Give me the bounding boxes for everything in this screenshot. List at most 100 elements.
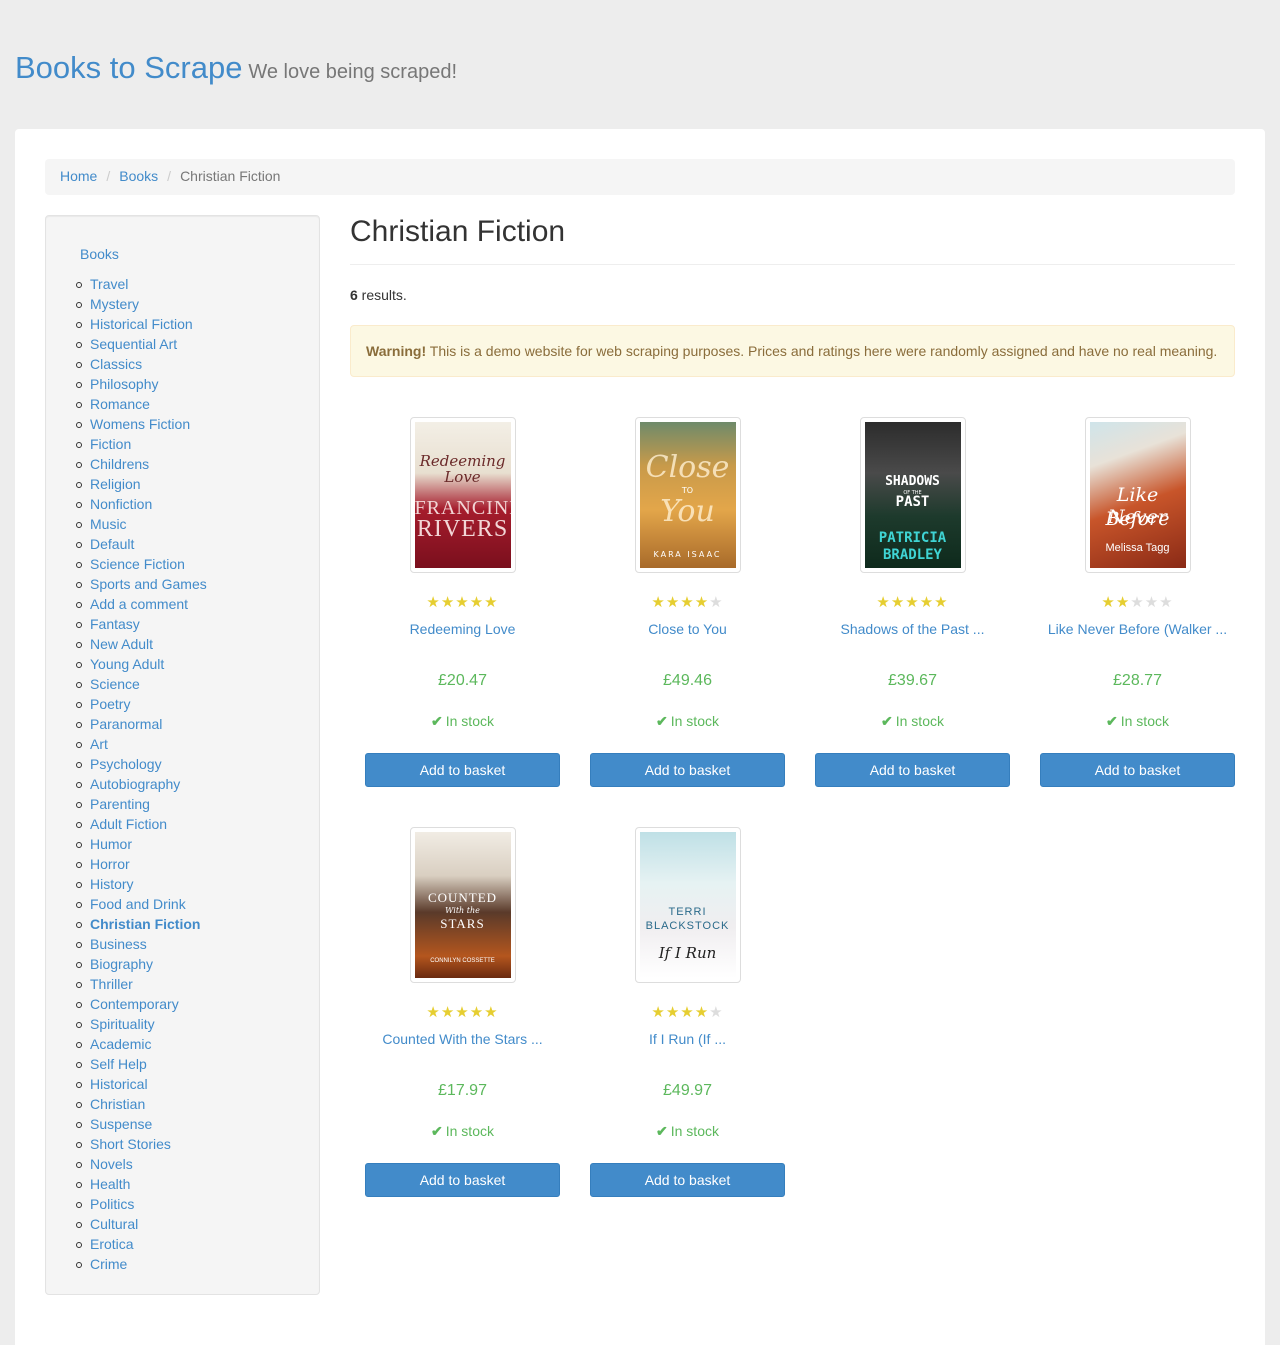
star-icon: ★	[709, 1004, 724, 1021]
category-link[interactable]: New Adult	[90, 636, 153, 652]
category-link[interactable]: Short Stories	[90, 1136, 171, 1152]
category-link[interactable]: Sequential Art	[90, 336, 177, 352]
category-link[interactable]: Academic	[90, 1036, 151, 1052]
book-title-link[interactable]: If I Run (If ...	[590, 1031, 785, 1047]
category-link[interactable]: Christian	[90, 1096, 145, 1112]
category-link[interactable]: Childrens	[90, 456, 149, 472]
category-item: Science Fiction	[76, 554, 207, 574]
add-to-basket-button[interactable]: Add to basket	[365, 753, 560, 787]
category-link[interactable]: Humor	[90, 836, 132, 852]
category-sidebar: Books Travel Mystery Historical Fiction Seq…	[45, 215, 320, 1295]
stock-status: ✔ In stock	[1040, 713, 1235, 730]
book-cover-image: Close TO You KARA ISAAC	[639, 422, 736, 568]
brand-link[interactable]: Books to Scrape	[15, 50, 242, 85]
cover-text: CONNILYN COSSETTE	[430, 958, 495, 964]
category-link[interactable]: Classics	[90, 356, 142, 372]
category-link[interactable]: Novels	[90, 1156, 133, 1172]
book-cover-link[interactable]: SHADOWS OF THE PAST PATRICIA BRADLEY	[859, 417, 966, 573]
breadcrumb-home[interactable]: Home	[60, 168, 97, 184]
category-item: Humor	[76, 834, 207, 854]
category-item: Erotica	[76, 1234, 207, 1254]
category-link[interactable]: Politics	[90, 1196, 134, 1212]
category-item: Young Adult	[76, 654, 207, 674]
category-link[interactable]: History	[90, 876, 134, 892]
book-title-link[interactable]: Like Never Before (Walker ...	[1040, 621, 1235, 637]
category-link[interactable]: Fantasy	[90, 616, 140, 632]
book-title-link[interactable]: Shadows of the Past ...	[815, 621, 1010, 637]
check-icon: ✔	[1106, 713, 1118, 729]
category-link[interactable]: Science	[90, 676, 140, 692]
star-icon: ★	[1101, 594, 1116, 611]
category-item: Academic	[76, 1034, 207, 1054]
category-item: Travel	[76, 274, 207, 294]
category-item: Fantasy	[76, 614, 207, 634]
category-link[interactable]: Historical Fiction	[90, 316, 193, 332]
book-cover-link[interactable]: Redeeming Love FRANCINE RIVERS	[409, 417, 516, 573]
stock-label: In stock	[445, 713, 494, 729]
category-link[interactable]: Womens Fiction	[90, 416, 190, 432]
category-link[interactable]: Historical	[90, 1076, 148, 1092]
category-link[interactable]: Self Help	[90, 1056, 147, 1072]
category-link[interactable]: Horror	[90, 856, 130, 872]
category-link[interactable]: Thriller	[90, 976, 133, 992]
category-link[interactable]: Science Fiction	[90, 556, 185, 572]
category-item: Sports and Games	[76, 574, 207, 594]
category-link[interactable]: Add a comment	[90, 596, 188, 612]
category-link[interactable]: Christian Fiction	[90, 916, 200, 932]
page-title: Christian Fiction	[350, 215, 566, 248]
add-to-basket-button[interactable]: Add to basket	[590, 753, 785, 787]
category-link[interactable]: Adult Fiction	[90, 816, 167, 832]
category-link[interactable]: Nonfiction	[90, 496, 152, 512]
category-link[interactable]: Music	[90, 516, 127, 532]
category-link[interactable]: Autobiography	[90, 776, 180, 792]
category-link[interactable]: Spirituality	[90, 1016, 155, 1032]
book-title-link[interactable]: Redeeming Love	[365, 621, 560, 637]
category-item: Science	[76, 674, 207, 694]
category-link[interactable]: Young Adult	[90, 656, 164, 672]
breadcrumb-books[interactable]: Books	[119, 168, 158, 184]
book-title-link[interactable]: Counted With the Stars ...	[365, 1031, 560, 1047]
category-item: Philosophy	[76, 374, 207, 394]
category-link[interactable]: Food and Drink	[90, 896, 186, 912]
cover-text: You	[660, 494, 715, 529]
book-cover-link[interactable]: Like Never Before Melissa Tagg	[1084, 417, 1191, 573]
category-item: New Adult	[76, 634, 207, 654]
book-cover-link[interactable]: Close TO You KARA ISAAC	[634, 417, 741, 573]
category-link[interactable]: Default	[90, 536, 134, 552]
book-price: £39.67	[888, 672, 937, 689]
category-link[interactable]: Health	[90, 1176, 130, 1192]
cover-text: BRADLEY	[882, 547, 942, 563]
sidebar-root-books[interactable]: Books	[80, 246, 119, 262]
category-link[interactable]: Philosophy	[90, 376, 159, 392]
category-link[interactable]: Business	[90, 936, 147, 952]
category-link[interactable]: Contemporary	[90, 996, 179, 1012]
category-link[interactable]: Parenting	[90, 796, 150, 812]
category-link[interactable]: Romance	[90, 396, 150, 412]
category-link[interactable]: Fiction	[90, 436, 131, 452]
category-link[interactable]: Sports and Games	[90, 576, 207, 592]
category-link[interactable]: Art	[90, 736, 108, 752]
category-link[interactable]: Poetry	[90, 696, 130, 712]
category-link[interactable]: Mystery	[90, 296, 139, 312]
add-to-basket-button[interactable]: Add to basket	[365, 1163, 560, 1197]
add-to-basket-button[interactable]: Add to basket	[815, 753, 1010, 787]
category-item: Religion	[76, 474, 207, 494]
category-item: Business	[76, 934, 207, 954]
book-cover-link[interactable]: COUNTED With the STARS CONNILYN COSSETTE	[409, 827, 516, 983]
add-to-basket-button[interactable]: Add to basket	[1040, 753, 1235, 787]
category-link[interactable]: Erotica	[90, 1236, 134, 1252]
category-item: Short Stories	[76, 1134, 207, 1154]
category-link[interactable]: Travel	[90, 276, 128, 292]
book-title-link[interactable]: Close to You	[590, 621, 785, 637]
category-link[interactable]: Biography	[90, 956, 153, 972]
category-link[interactable]: Paranormal	[90, 716, 162, 732]
category-link[interactable]: Religion	[90, 476, 141, 492]
category-link[interactable]: Suspense	[90, 1116, 152, 1132]
category-link[interactable]: Psychology	[90, 756, 162, 772]
star-icon: ★	[1144, 594, 1160, 611]
book-cover-link[interactable]: TERRI BLACKSTOCK If I Run	[634, 827, 741, 983]
add-to-basket-button[interactable]: Add to basket	[590, 1163, 785, 1197]
category-link[interactable]: Crime	[90, 1256, 127, 1272]
category-link[interactable]: Cultural	[90, 1216, 138, 1232]
product-card: TERRI BLACKSTOCK If I Run ★★★★★ If I Run (…	[590, 827, 785, 1207]
